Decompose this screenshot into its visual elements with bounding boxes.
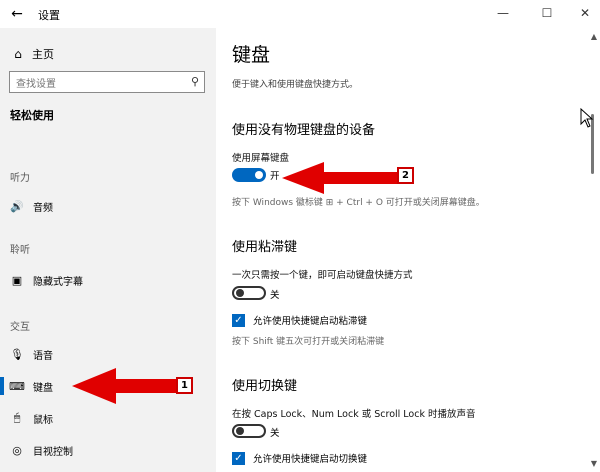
mouse-icon: 🖱 (13, 411, 21, 424)
sidebar-item-label: 目视控制 (33, 446, 73, 458)
toggle-keys-state: 关 (270, 428, 280, 439)
scroll-down-icon[interactable]: ▼ (591, 459, 597, 468)
toggle-keys-shortcut-checkbox-row[interactable]: ✓ 允许使用快捷键启动切换键 (232, 451, 367, 465)
eye-control-icon: ◎ (12, 443, 22, 457)
search-box[interactable]: ⚲ (9, 71, 205, 95)
annotation-arrow-1 (72, 368, 182, 404)
main-content: 键盘 便于键入和使用键盘快捷方式。 使用没有物理键盘的设备 使用屏幕键盘 开 按… (216, 28, 600, 472)
sidebar-item-mouse[interactable]: 🖱 鼠标 (0, 406, 216, 430)
checkbox-checked-icon[interactable]: ✓ (232, 313, 245, 327)
page-subtitle: 便于键入和使用键盘快捷方式。 (232, 80, 359, 90)
toggle-keys-toggle[interactable] (232, 424, 266, 438)
minimize-icon: — (497, 6, 509, 20)
maximize-icon: ☐ (541, 6, 553, 20)
sidebar-item-label: 鼠标 (33, 414, 53, 426)
toggle-keys-shortcut-label: 允许使用快捷键启动切换键 (253, 454, 368, 465)
sticky-keys-state: 关 (270, 290, 280, 301)
back-button[interactable]: ← (6, 4, 28, 24)
toggle-knob (236, 427, 244, 435)
onscreen-keyboard-hint: 按下 Windows 徽标键 ⊞ + Ctrl + O 可打开或关闭屏幕键盘。 (232, 198, 485, 208)
home-icon: ⌂ (14, 47, 22, 61)
category-heading: 轻松使用 (10, 109, 54, 122)
back-arrow-icon: ← (11, 6, 23, 22)
minimize-button[interactable]: — (488, 2, 518, 24)
captions-icon: ▣ (11, 273, 23, 287)
mouse-cursor-icon (580, 108, 594, 128)
toggle-knob (255, 171, 263, 179)
window-title: 设置 (38, 9, 60, 22)
sidebar-item-label: 键盘 (33, 382, 53, 394)
sticky-keys-shortcut-checkbox-row[interactable]: ✓ 允许使用快捷键启动粘滞键 (232, 313, 367, 327)
sidebar-item-audio[interactable]: 🔊 音频 (0, 194, 216, 218)
onscreen-keyboard-label: 使用屏幕键盘 (232, 153, 290, 164)
sidebar-item-eye-control[interactable]: ◎ 目视控制 (0, 438, 216, 462)
microphone-icon: 🎙 (10, 347, 24, 361)
group-label-listening: 聆听 (10, 245, 30, 256)
scroll-up-icon[interactable]: ▲ (591, 32, 597, 41)
sidebar-item-speech[interactable]: 🎙 语音 (0, 342, 216, 366)
checkbox-checked-icon[interactable]: ✓ (232, 451, 245, 465)
sidebar-item-label: 语音 (33, 350, 53, 362)
toggle-knob (236, 289, 244, 297)
search-input[interactable] (10, 74, 186, 95)
group-label-interaction: 交互 (10, 322, 30, 333)
settings-window: ← 设置 — ☐ ✕ ⌂ 主页 ⚲ 轻松使用 听力 🔊 音频 聆听 ▣ (0, 0, 600, 472)
search-icon: ⚲ (190, 75, 199, 88)
onscreen-keyboard-state: 开 (270, 171, 280, 182)
maximize-button[interactable]: ☐ (532, 2, 562, 24)
sticky-keys-toggle[interactable] (232, 286, 266, 300)
annotation-badge-2: 2 (397, 167, 414, 184)
speaker-icon: 🔊 (10, 199, 24, 213)
sticky-keys-shortcut-label: 允许使用快捷键启动粘滞键 (253, 316, 368, 327)
annotation-badge-1: 1 (176, 377, 193, 394)
sidebar-item-label: 音频 (33, 202, 53, 214)
section-heading-sticky-keys: 使用粘滞键 (232, 240, 298, 255)
sidebar-item-captions[interactable]: ▣ 隐藏式字幕 (0, 268, 216, 292)
annotation-arrow-2 (282, 162, 400, 194)
group-label-hearing: 听力 (10, 173, 30, 184)
sidebar-item-label: 隐藏式字幕 (33, 276, 83, 288)
section-heading-toggle-keys: 使用切换键 (232, 379, 298, 394)
section-heading-onscreen-keyboard: 使用没有物理键盘的设备 (232, 123, 376, 138)
sticky-keys-label: 一次只需按一个键，即可启动键盘快捷方式 (232, 270, 413, 281)
toggle-keys-label: 在按 Caps Lock、Num Lock 或 Scroll Lock 时播放声… (232, 409, 476, 420)
onscreen-keyboard-toggle[interactable] (232, 168, 266, 182)
sticky-keys-hint: 按下 Shift 键五次可打开或关闭粘滞键 (232, 337, 385, 347)
scrollbar[interactable]: ▲ ▼ (586, 28, 600, 472)
close-button[interactable]: ✕ (570, 2, 600, 24)
close-icon: ✕ (579, 6, 591, 20)
keyboard-icon: ⌨ (9, 379, 25, 393)
page-title: 键盘 (232, 44, 271, 66)
title-bar: ← 设置 — ☐ ✕ (0, 0, 600, 28)
sidebar-item-home[interactable]: ⌂ 主页 (10, 44, 54, 64)
selection-indicator (0, 377, 4, 395)
sidebar-item-label: 主页 (32, 48, 54, 61)
